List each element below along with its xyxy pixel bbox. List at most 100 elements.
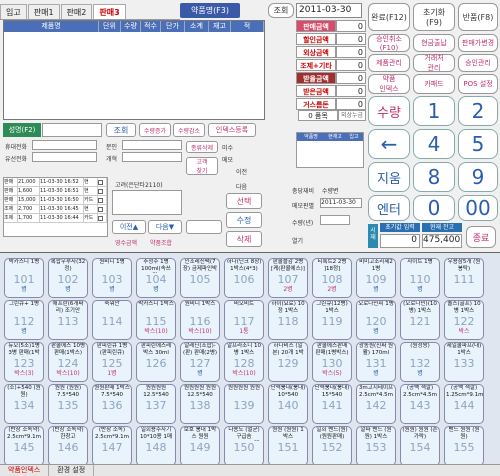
drug-index-tab[interactable]: 약품인덱스 [0,465,50,476]
note-field[interactable] [112,190,182,215]
product-tile[interactable]: 일회 밴드(원) (원원판매) 152 [312,426,352,466]
product-tile[interactable]: 밴드 원원 (원원) 155 [444,426,484,466]
product-tile[interactable]: (오로나민)(10병) 1박스 121 [400,300,440,340]
product-tile[interactable]: (반창 소독약) 한창고 1.25cm*9.1m146 [48,426,88,466]
select-button[interactable]: 선택 [226,193,262,209]
sale-history-row[interactable]: 판매 1,600 11-03-30 16:51 현 [4,187,107,196]
category-delete-button[interactable]: 종류삭제 [186,141,218,153]
lookup-button[interactable]: 조회 [268,3,294,18]
product-tile[interactable]: 다용도 (멸균) 구급솜 7*4cm(10매)150 [224,426,264,466]
product-tile[interactable]: 알파 밴드 (원원) 1박스 153 [356,426,396,466]
sale-item-grid[interactable]: 제품명 단위 수량 적수 단가 소계 재고 적 [3,20,265,120]
product-tile[interactable]: 원원원원 12.5*540 137 [136,384,176,424]
product-tile[interactable]: 원원원원 원원 12.5*540 138 [180,384,220,424]
sale-history-checkbox[interactable] [98,205,107,213]
index-register-button[interactable]: 인덱스등록 [208,123,256,137]
sale-history-checkbox[interactable] [98,196,107,204]
product-tile[interactable]: 하나비스 (일본) 20개 1박스129 [268,342,308,382]
product-tile[interactable]: 판콜에스판매 판매(1병박스) 130 박스(5) [312,342,352,382]
drug-index-button[interactable]: 약품 인덱스 [368,74,410,94]
key-9[interactable]: 9 [458,162,498,192]
product-tile[interactable]: 티록트2 2병 ]18정] 108 2병 [312,258,352,298]
enter-key[interactable]: 엔터 [368,195,410,221]
tab-sale2[interactable]: 판매2 [60,4,93,19]
reset-button[interactable]: 초기화 (F9) [413,3,455,31]
product-tile[interactable]: 솔스(골프) 10병 1박스 122 박스 [444,300,484,340]
key-4[interactable]: 4 [413,129,455,159]
return-button[interactable]: 반품(F8) [458,3,498,31]
product-tile[interactable]: 비미고조리제2 1병 109 병 [356,258,396,298]
cash-out-button[interactable]: 현금출납 [413,34,455,52]
key-0[interactable]: 0 [413,195,455,221]
product-tile[interactable]: 원원판매 1박스 7.5*540 136 [92,384,132,424]
product-tile[interactable]: 3m고지테이프 2.5cm*4.5m 142 [356,384,396,424]
product-tile[interactable]: (공백 색깔) 2.5cm*4.5m 143 [400,384,440,424]
sale-history-checkbox[interactable] [98,178,107,186]
product-tile[interactable]: 판피린에스레 박스 30ml 126 [136,342,176,382]
key-00[interactable]: 00 [458,195,498,221]
erase-key[interactable]: 지움 [368,162,410,192]
card-pad-button[interactable]: 카패드 [413,74,455,94]
product-tile[interactable]: 추정주 1병 100ml(속쓰림)104병 [136,258,176,298]
product-tile[interactable]: 그린큐+ 1병 112 병 [4,300,44,340]
product-tile[interactable]: 제일쿨파프(대) 1박스 (10cm*15cm) (대형)133 [444,342,484,382]
product-tile[interactable]: 판피린큐 1병 (판피린큐) 125 1병 [92,342,132,382]
member-name-field[interactable] [42,123,102,137]
product-tile[interactable]: 박카스디 1박스 115 박스(10) [136,300,176,340]
tab-receive[interactable]: 입고 [0,4,27,19]
product-tile[interactable]: 알프라조니 10병 1박스 128 박스(10) [224,342,264,382]
product-tile[interactable]: 일회용주사기 10*10용 1매 148 [136,426,176,466]
product-tile[interactable]: (원정쌍) 132 병 [400,342,440,382]
customer-search-button[interactable]: 고객 찾기 [186,157,218,175]
mobile-phone-field[interactable] [32,140,97,150]
key-2[interactable]: 2 [458,96,498,126]
memo2-field[interactable] [122,152,182,162]
product-tile[interactable]: 알레닌(조합)-(판) 판매(2병) 127 병 [180,342,220,382]
sale-history-row[interactable]: 조제 2,700 11-03-30 16:45 현 [4,205,107,214]
delete-button[interactable]: 삭제 [226,231,262,247]
tab-sale3[interactable]: 판매3 [93,4,126,19]
product-tile[interactable]: 광동원(진짜 원활) 170ml 131 병 [356,342,396,382]
product-tile[interactable]: 박카스디 1병 101 병 [4,258,44,298]
key-5[interactable]: 5 [458,129,498,159]
memo1-field[interactable] [122,140,182,150]
product-tile[interactable]: 사이트 1병 110 병 [400,258,440,298]
key-8[interactable]: 8 [413,162,455,192]
sale-history-row[interactable]: 조제 1,700 11-03-30 16:44 카드 [4,214,107,223]
sale-history-row[interactable]: 판매 15,000 11-03-30 16:50 카드 [4,196,107,205]
tab-sale1[interactable]: 판매1 [27,4,60,19]
complete-button[interactable]: 완료(F12) [368,3,410,31]
product-tile[interactable]: 단력붕대(붕대) 10*540 140 [268,384,308,424]
product-tile[interactable]: 원비디 1병 103 병 [92,258,132,298]
exit-button[interactable]: 종료 [466,226,496,248]
product-tile[interactable]: 우용삼5개 (원봉탁) 111 [444,258,484,298]
product-tile[interactable]: 듀오(5조)1병 3병 판매(1박스)123박스(3) [4,342,44,382]
product-manage-button[interactable]: 제품관리 [368,54,410,72]
member-lookup-button[interactable]: 조회 [106,123,136,137]
modify-button[interactable]: 수정 [226,212,262,228]
product-tile[interactable]: 판콜플감 2병 [케(판콜에스)] 107 2병 [268,258,308,298]
product-tile[interactable]: 복합우루사(32정) 102 병 [48,258,88,298]
quantity-key[interactable]: 수량 [368,96,410,126]
home-phone-field[interactable] [32,152,97,162]
product-tile[interactable]: 비오비트 117 1통 [224,300,264,340]
pos-settings-button[interactable]: POS 설정 [458,74,498,94]
approval-manage-button[interactable]: 승인관리 [458,54,498,72]
product-tile[interactable]: 단력붕대(붕대) 15*540 141 [312,384,352,424]
customer-manage-button[interactable]: 거래처 관리 [413,54,455,72]
product-tile[interactable]: 원원 (원원) 1박스 151 [268,426,308,466]
product-tile[interactable]: 원비디 1박스 116 박스(10) [180,300,220,340]
sale-history-checkbox[interactable] [98,187,107,195]
settings-tab[interactable]: 환경 설정 [49,465,95,476]
qty-increase-button[interactable]: 수량증가 [139,123,171,137]
product-tile[interactable]: 원원 (원원) 7.5*540 135 [48,384,88,424]
backspace-key[interactable]: ← [368,129,410,159]
sale-history-row[interactable]: 판매 21,000 11-03-30 16:52 현 [4,178,107,187]
qty-year-field[interactable] [320,215,350,225]
product-tile[interactable]: 숙워안 114 [92,300,132,340]
cash-start-value[interactable]: 0 [380,234,420,248]
product-tile[interactable]: 보호 붕대 1박스 원원 149 [180,426,220,466]
date-field[interactable]: 2011-03-30 [296,3,362,18]
qty-decrease-button[interactable]: 수량감소 [173,123,205,137]
product-tile[interactable]: 인조레신팩(7장) 금제파인박스(3)105 [180,258,220,298]
